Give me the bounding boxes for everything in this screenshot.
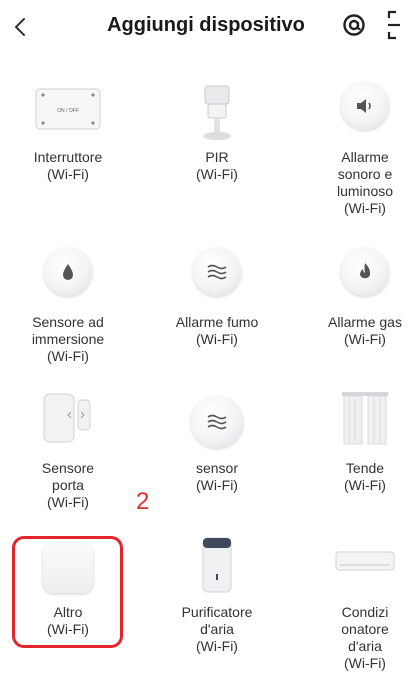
device-label: Sensore ad immersione (Wi-Fi): [31, 314, 105, 364]
device-allarme-gas[interactable]: Allarme gas (Wi-Fi): [310, 248, 412, 358]
device-sensore-porta[interactable]: Sensore porta (Wi-Fi): [13, 390, 123, 510]
device-label: Condizi onatore d'aria (Wi-Fi): [341, 604, 389, 671]
device-label: Allarme fumo (Wi-Fi): [175, 314, 259, 347]
device-label: sensor (Wi-Fi): [195, 460, 239, 493]
switch-device-icon: ON / OFF: [35, 88, 101, 130]
device-purificatore[interactable]: Purificatore d'aria (Wi-Fi): [162, 536, 272, 666]
at-sign-icon: [343, 14, 365, 36]
device-sensor[interactable]: sensor (Wi-Fi): [162, 390, 272, 500]
scan-button[interactable]: [386, 9, 412, 41]
annotation-number: 2: [136, 488, 150, 515]
svg-text:ON / OFF: ON / OFF: [57, 108, 79, 114]
device-label: PIR (Wi-Fi): [196, 149, 238, 182]
sensor-device: [191, 396, 243, 448]
smoke-alarm-device: [193, 248, 241, 296]
device-label: Allarme gas (Wi-Fi): [328, 314, 402, 347]
device-label: Purificatore d'aria (Wi-Fi): [181, 604, 253, 654]
device-label: Tende (Wi-Fi): [344, 460, 386, 493]
speaker-device: [341, 82, 389, 130]
at-button[interactable]: [338, 9, 370, 41]
curtain-icon: [342, 392, 388, 445]
device-label: Sensore porta (Wi-Fi): [41, 460, 95, 510]
annotation-highlight-box: [12, 536, 123, 648]
air-conditioner-icon: [335, 551, 395, 571]
device-allarme-sonoro[interactable]: Allarme sonoro e luminoso (Wi-Fi): [310, 80, 412, 240]
device-allarme-fumo[interactable]: Allarme fumo (Wi-Fi): [162, 248, 272, 358]
door-sensor-icon: [43, 393, 91, 443]
waves-icon: [207, 264, 227, 280]
device-sensore-immersione[interactable]: Sensore ad immersione (Wi-Fi): [13, 248, 123, 368]
device-condizionatore[interactable]: Condizi onatore d'aria (Wi-Fi): [310, 536, 412, 671]
pir-sensor-icon: [203, 85, 231, 140]
air-purifier-icon: [202, 537, 232, 593]
speaker-icon: [357, 99, 371, 113]
waves-icon: [207, 414, 227, 430]
header-bar: Aggiungi dispositivo: [0, 0, 412, 56]
device-tende[interactable]: Tende (Wi-Fi): [310, 390, 412, 500]
flame-icon: [360, 263, 371, 279]
device-label: Allarme sonoro e luminoso (Wi-Fi): [336, 149, 394, 216]
water-drop-icon: [63, 264, 73, 280]
device-label: Interruttore (Wi-Fi): [33, 149, 103, 182]
device-interruttore[interactable]: ON / OFF Interruttore (Wi-Fi): [13, 80, 123, 190]
water-sensor-device: [44, 248, 92, 296]
scan-icon: [387, 10, 400, 40]
gas-alarm-device: [341, 248, 389, 296]
device-pir[interactable]: PIR (Wi-Fi): [162, 80, 272, 190]
